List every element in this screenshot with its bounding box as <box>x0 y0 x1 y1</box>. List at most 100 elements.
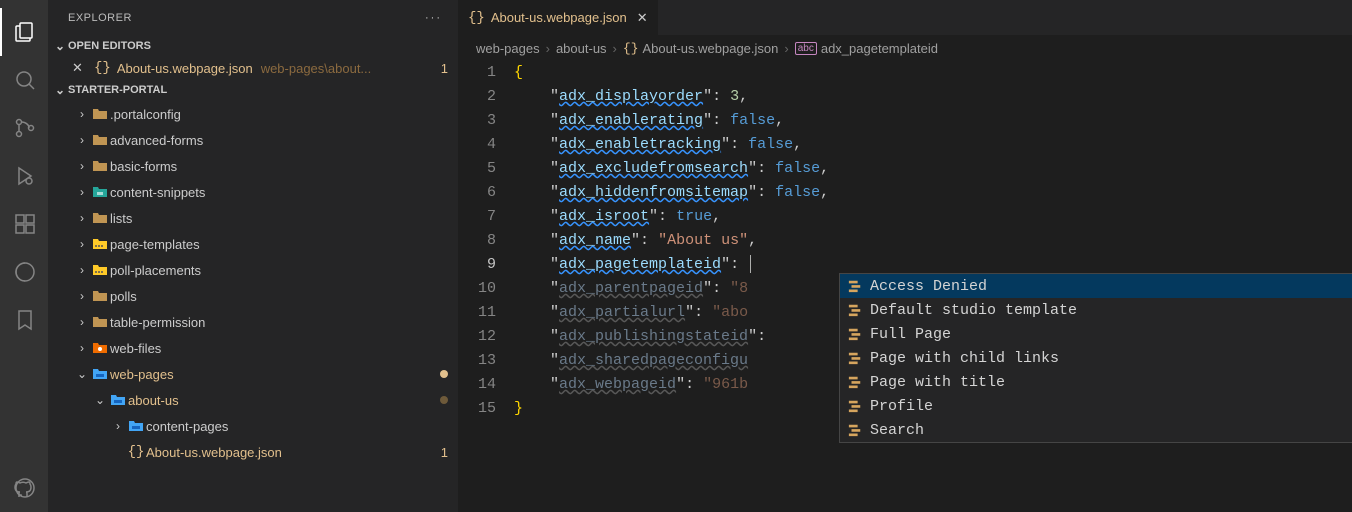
autocomplete-label: Page with title <box>870 374 1005 391</box>
tree-label: content-pages <box>146 419 448 434</box>
autocomplete-item[interactable]: Default studio template <box>840 298 1352 322</box>
json-icon: {} <box>623 41 639 56</box>
tree-label: lists <box>110 211 448 226</box>
tree-item-lists[interactable]: › lists <box>48 205 458 231</box>
autocomplete-item[interactable]: Full Page <box>840 322 1352 346</box>
tree-item-about-us[interactable]: ⌄about-us <box>48 387 458 413</box>
tab-bar: {} About-us.webpage.json ✕ <box>458 0 1352 35</box>
tree-item-content-snippets[interactable]: ›content-snippets <box>48 179 458 205</box>
github-icon[interactable] <box>0 464 48 512</box>
line-gutter: 123456789101112131415 <box>458 61 514 512</box>
code-line-7[interactable]: "adx_isroot": true, <box>514 205 1352 229</box>
folder-icon <box>90 132 110 148</box>
tree-label: web-pages <box>110 367 434 382</box>
tree-label: content-snippets <box>110 185 448 200</box>
extensions-icon[interactable] <box>0 200 48 248</box>
chevron-right-icon: › <box>74 159 90 173</box>
open-editor-name: About-us.webpage.json <box>117 61 253 76</box>
tree-item-web-pages[interactable]: ⌄web-pages <box>48 361 458 387</box>
folder-icon <box>90 314 110 330</box>
json-icon: {} <box>468 10 485 26</box>
autocomplete-label: Default studio template <box>870 302 1077 319</box>
tree-item-about-us-webpage-json[interactable]: {}About-us.webpage.json1 <box>48 439 458 465</box>
code-line-2[interactable]: "adx_displayorder": 3, <box>514 85 1352 109</box>
tree-label: polls <box>110 289 448 304</box>
tab-name: About-us.webpage.json <box>491 10 627 25</box>
editor-area: {} About-us.webpage.json ✕ web-pages › a… <box>458 0 1352 512</box>
code-line-5[interactable]: "adx_excludefromsearch": false, <box>514 157 1352 181</box>
enum-icon <box>846 423 864 437</box>
breadcrumb-item[interactable]: adx_pagetemplateid <box>821 41 938 56</box>
breadcrumb-item[interactable]: About-us.webpage.json <box>643 41 779 56</box>
folder-blue-icon <box>90 366 110 382</box>
tree-label: table-permission <box>110 315 448 330</box>
power-platform-icon[interactable] <box>0 248 48 296</box>
tree-label: page-templates <box>110 237 448 252</box>
tree-label: web-files <box>110 341 448 356</box>
code-line-4[interactable]: "adx_enabletracking": false, <box>514 133 1352 157</box>
sidebar-more-icon[interactable]: ··· <box>425 12 442 24</box>
tree-item-table-permission[interactable]: › table-permission <box>48 309 458 335</box>
workspace-header[interactable]: ⌄ STARTER-PORTAL <box>48 79 458 101</box>
autocomplete-item[interactable]: Profile <box>840 394 1352 418</box>
bookmark-icon[interactable] <box>0 296 48 344</box>
tree-item-advanced-forms[interactable]: › advanced-forms <box>48 127 458 153</box>
tree-item-basic-forms[interactable]: ›basic-forms <box>48 153 458 179</box>
sidebar-header: EXPLORER ··· <box>48 0 458 35</box>
autocomplete-item[interactable]: Page with child links <box>840 346 1352 370</box>
tree-label: advanced-forms <box>110 133 448 148</box>
tree-item-content-pages[interactable]: ›content-pages <box>48 413 458 439</box>
tree-label: about-us <box>128 393 434 408</box>
code-line-8[interactable]: "adx_name": "About us", <box>514 229 1352 253</box>
autocomplete-item[interactable]: Search <box>840 418 1352 442</box>
enum-icon <box>846 327 864 341</box>
explorer-icon[interactable] <box>0 8 48 56</box>
autocomplete-item[interactable]: Access Denied <box>840 274 1352 298</box>
breadcrumb[interactable]: web-pages › about-us › {} About-us.webpa… <box>458 35 1352 61</box>
chevron-down-icon: ⌄ <box>52 83 68 97</box>
property-icon: abc <box>795 42 817 55</box>
tree-item-poll-placements[interactable]: ›poll-placements <box>48 257 458 283</box>
chevron-right-icon: › <box>74 211 90 225</box>
run-icon[interactable] <box>0 152 48 200</box>
chevron-right-icon: › <box>74 133 90 147</box>
code-line-6[interactable]: "adx_hiddenfromsitemap": false, <box>514 181 1352 205</box>
chevron-right-icon: › <box>74 315 90 329</box>
autocomplete-item[interactable]: Page with title <box>840 370 1352 394</box>
close-icon[interactable]: ✕ <box>637 10 648 26</box>
enum-icon <box>846 399 864 413</box>
autocomplete-label: Page with child links <box>870 350 1059 367</box>
tree-item-web-files[interactable]: ›web-files <box>48 335 458 361</box>
close-icon[interactable]: ✕ <box>72 60 88 76</box>
open-editor-badge: 1 <box>441 61 448 76</box>
tab-aboutus[interactable]: {} About-us.webpage.json ✕ <box>458 0 659 35</box>
tree-item-page-templates[interactable]: ›page-templates <box>48 231 458 257</box>
activity-bar <box>0 0 48 512</box>
breadcrumb-item[interactable]: about-us <box>556 41 607 56</box>
autocomplete-label: Access Denied <box>870 278 987 295</box>
folder-blue-icon <box>108 392 128 408</box>
open-editor-item[interactable]: ✕ {} About-us.webpage.json web-pages\abo… <box>48 57 458 79</box>
autocomplete-popup: Access Denied Default studio template Full… <box>839 273 1352 443</box>
source-control-icon[interactable] <box>0 104 48 152</box>
chevron-right-icon: › <box>74 289 90 303</box>
folder-yellow-icon <box>90 262 110 278</box>
tree-item-polls[interactable]: › polls <box>48 283 458 309</box>
code-line-3[interactable]: "adx_enablerating": false, <box>514 109 1352 133</box>
search-icon[interactable] <box>0 56 48 104</box>
chevron-down-icon: ⌄ <box>52 39 68 53</box>
sidebar: EXPLORER ··· ⌄ OPEN EDITORS ✕ {} About-u… <box>48 0 458 512</box>
chevron-right-icon: › <box>613 41 617 56</box>
tree-item--portalconfig[interactable]: ›.portalconfig <box>48 101 458 127</box>
code-content[interactable]: { "adx_displayorder": 3, "adx_enablerati… <box>514 61 1352 512</box>
folder-orange-icon <box>90 340 110 356</box>
open-editors-header[interactable]: ⌄ OPEN EDITORS <box>48 35 458 57</box>
folder-icon <box>90 210 110 226</box>
tree-label: About-us.webpage.json <box>146 445 435 460</box>
code-editor[interactable]: 123456789101112131415 { "adx_displayorde… <box>458 61 1352 512</box>
autocomplete-label: Search <box>870 422 924 439</box>
breadcrumb-item[interactable]: web-pages <box>476 41 540 56</box>
folder-yellow-icon <box>90 236 110 252</box>
tree-label: .portalconfig <box>110 107 448 122</box>
code-line-1[interactable]: { <box>514 61 1352 85</box>
